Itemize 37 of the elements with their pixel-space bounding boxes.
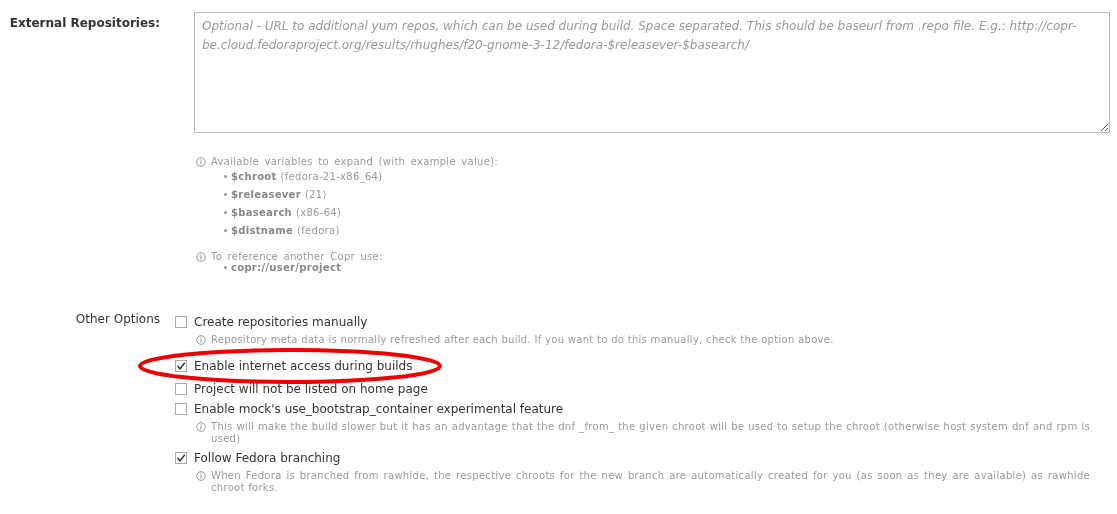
field-label: Other Options <box>75 312 160 326</box>
variable-name: $basearch <box>231 206 293 218</box>
option-label: Enable mock's use_bootstrap_container experimental feature <box>194 402 564 416</box>
info-icon <box>196 335 206 345</box>
field-label: External Repositories: <box>9 15 160 30</box>
variable-name: copr://user/project <box>231 262 342 273</box>
bullet-icon <box>224 266 227 269</box>
checkbox[interactable] <box>175 452 187 464</box>
example-value: (fedora-21-x86_64) <box>280 170 383 182</box>
variable-name: $chroot <box>231 170 277 182</box>
hint-text: When Fedora is branched from rawhide, the respective chroots for the new branch are automatically created for you (as soon as they are available) as rawhide chroot forks. <box>211 470 1090 494</box>
bullet-icon <box>224 210 227 214</box>
bullet-icon <box>224 192 227 196</box>
checkbox[interactable] <box>175 316 187 328</box>
bullet-icon <box>224 228 227 232</box>
option-label: Follow Fedora branching <box>194 451 341 465</box>
repositories-input[interactable]: Optional - URL to additional yum repos, which can be used during build. Space separated. This should be baseurl from .repo file. E.g.: http://copr-be.cloud.fedoraproject.org/results/rhughes/f20-gnome-3-12/fedora-$releasever-$basearch/ <box>194 12 1110 133</box>
hint-text: This will make the build slower but it has an advantage that the dnf _from_ the given chroot will be used to setup the chroot (otherwise host system dnf and rpm is used) <box>211 421 1090 445</box>
help-text: To reference another Copr use: <box>211 251 383 262</box>
variable-name: $distname <box>231 224 294 236</box>
option-label: Enable internet access during builds <box>194 359 413 373</box>
example-value: (fedora) <box>297 224 340 236</box>
hint-text: Repository meta data is normally refreshed after each build. If you want to do this manually, check the option above. <box>211 334 834 346</box>
help-text: Available variables to expand (with example value): <box>211 156 499 167</box>
option-label: Create repositories manually <box>194 315 368 329</box>
info-icon <box>196 471 206 481</box>
bullet-icon <box>224 174 227 178</box>
info-icon <box>196 156 206 167</box>
checkbox[interactable] <box>175 360 187 372</box>
variable-name: $releasever <box>231 188 301 200</box>
example-value: (x86-64) <box>296 206 342 218</box>
example-value: (21) <box>304 188 327 200</box>
checkbox[interactable] <box>175 403 187 415</box>
info-icon <box>196 422 206 432</box>
info-icon <box>196 251 206 262</box>
option-label: Project will not be listed on home page <box>194 382 428 396</box>
checkbox[interactable] <box>175 383 187 395</box>
